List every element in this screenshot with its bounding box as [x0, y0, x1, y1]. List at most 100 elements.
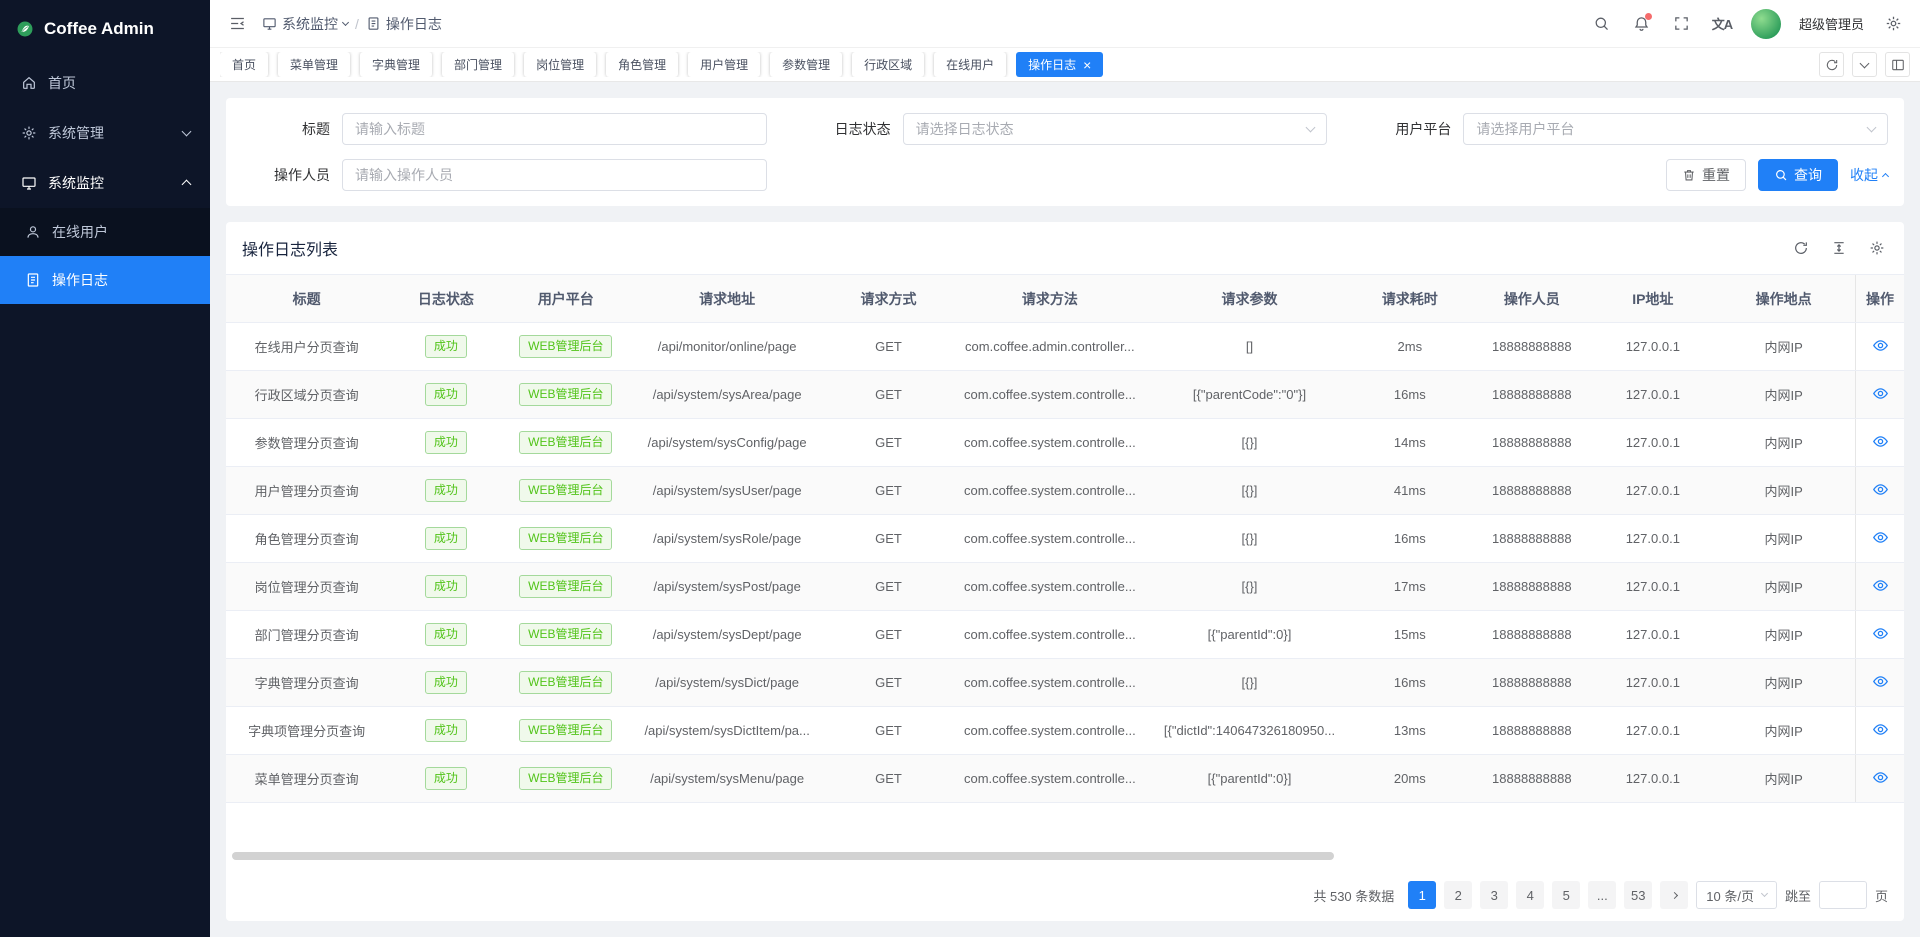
jump-page-input[interactable]	[1819, 881, 1867, 909]
refresh-icon[interactable]	[1819, 52, 1844, 77]
pagination-total: 共 530 条数据	[1313, 886, 1394, 905]
platform-badge: WEB管理后台	[504, 659, 627, 707]
pagination-more[interactable]: ...	[1588, 881, 1616, 909]
view-detail-eye-icon[interactable]	[1872, 337, 1889, 354]
cell-handler: com.coffee.system.controlle...	[950, 755, 1150, 803]
cell-title: 角色管理分页查询	[226, 515, 387, 563]
table-row: 在线用户分页查询成功WEB管理后台/api/monitor/online/pag…	[226, 323, 1904, 371]
view-detail-eye-icon[interactable]	[1872, 625, 1889, 642]
notification-bell-icon[interactable]	[1631, 13, 1653, 35]
platform-select[interactable]: 请选择用户平台	[1463, 113, 1888, 145]
settings-gear-icon[interactable]	[1882, 13, 1904, 35]
tab-2[interactable]: 菜单管理	[278, 52, 350, 77]
title-input-wrap	[342, 113, 767, 145]
view-detail-eye-icon[interactable]	[1872, 577, 1889, 594]
breadcrumb-item-system-monitor[interactable]: 系统监控	[262, 14, 348, 34]
pagination-page-2[interactable]: 2	[1444, 881, 1472, 909]
title-input[interactable]	[355, 121, 754, 137]
translate-icon[interactable]: 文A	[1711, 13, 1733, 35]
column-header: 操作	[1856, 275, 1905, 323]
log-status-label: 日志状态	[803, 119, 891, 139]
username[interactable]: 超级管理员	[1799, 14, 1864, 33]
pagination-page-4[interactable]: 4	[1516, 881, 1544, 909]
refresh-icon[interactable]	[1790, 237, 1812, 259]
tab-6[interactable]: 角色管理	[606, 52, 678, 77]
cell-request-method: GET	[827, 419, 950, 467]
table-body: 在线用户分页查询成功WEB管理后台/api/monitor/online/pag…	[226, 323, 1904, 803]
search-button-label: 查询	[1794, 165, 1822, 185]
cell-actions	[1856, 467, 1905, 515]
tab-close-icon[interactable]: ×	[1083, 58, 1091, 72]
tab-10[interactable]: 在线用户	[934, 52, 1006, 77]
sidebar-item-operation-log[interactable]: 操作日志	[0, 256, 210, 304]
sidebar-submenu: 在线用户 操作日志	[0, 208, 210, 304]
view-detail-eye-icon[interactable]	[1872, 529, 1889, 546]
status-badge: 成功	[425, 527, 467, 550]
cell-title: 字典项管理分页查询	[226, 707, 387, 755]
sidebar-collapse-icon[interactable]	[226, 13, 248, 35]
cell-params: [{"parentCode":"0"}]	[1150, 371, 1350, 419]
tab-8[interactable]: 参数管理	[770, 52, 842, 77]
search-icon[interactable]	[1591, 13, 1613, 35]
view-detail-eye-icon[interactable]	[1872, 673, 1889, 690]
tab-1[interactable]: 首页	[220, 52, 268, 77]
column-settings-gear-icon[interactable]	[1866, 237, 1888, 259]
cell-ip: 127.0.0.1	[1593, 419, 1712, 467]
chevron-down-icon	[1867, 123, 1877, 133]
status-badge: 成功	[387, 611, 504, 659]
view-detail-eye-icon[interactable]	[1872, 481, 1889, 498]
table-row: 参数管理分页查询成功WEB管理后台/api/system/sysConfig/p…	[226, 419, 1904, 467]
row-density-icon[interactable]	[1828, 237, 1850, 259]
reset-button[interactable]: 重置	[1666, 159, 1746, 191]
sidebar-item-system-monitor[interactable]: 系统监控	[0, 158, 210, 208]
cell-title: 字典管理分页查询	[226, 659, 387, 707]
cell-actions	[1856, 707, 1905, 755]
view-detail-eye-icon[interactable]	[1872, 433, 1889, 450]
sidebar-item-system-management[interactable]: 系统管理	[0, 108, 210, 158]
operator-input[interactable]	[355, 167, 754, 183]
tab-4[interactable]: 部门管理	[442, 52, 514, 77]
pagination-next-button[interactable]	[1660, 881, 1688, 909]
tab-9[interactable]: 行政区域	[852, 52, 924, 77]
cell-request-method: GET	[827, 323, 950, 371]
pagination-page-3[interactable]: 3	[1480, 881, 1508, 909]
view-detail-eye-icon[interactable]	[1872, 721, 1889, 738]
pagination-page-5[interactable]: 5	[1552, 881, 1580, 909]
cell-title: 在线用户分页查询	[226, 323, 387, 371]
log-status-select[interactable]: 请选择日志状态	[903, 113, 1328, 145]
platform-badge: WEB管理后台	[519, 623, 612, 646]
cell-request-url: /api/system/sysArea/page	[627, 371, 827, 419]
view-detail-eye-icon[interactable]	[1872, 769, 1889, 786]
breadcrumb: 系统监控 / 操作日志	[262, 14, 442, 34]
cell-location: 内网IP	[1712, 659, 1855, 707]
search-button[interactable]: 查询	[1758, 159, 1838, 191]
tab-3[interactable]: 字典管理	[360, 52, 432, 77]
sidebar-item-home[interactable]: 首页	[0, 58, 210, 108]
layout-panel-icon[interactable]	[1885, 52, 1910, 77]
gear-icon	[20, 124, 38, 142]
sidebar-item-online-users[interactable]: 在线用户	[0, 208, 210, 256]
cell-params: [{}]	[1150, 659, 1350, 707]
cell-title: 行政区域分页查询	[226, 371, 387, 419]
view-detail-eye-icon[interactable]	[1872, 385, 1889, 402]
cell-title: 参数管理分页查询	[226, 419, 387, 467]
tab-5[interactable]: 岗位管理	[524, 52, 596, 77]
column-header: 请求地址	[627, 275, 827, 323]
table-row: 字典项管理分页查询成功WEB管理后台/api/system/sysDictIte…	[226, 707, 1904, 755]
tab-menu-chevron-down-icon[interactable]	[1852, 52, 1877, 77]
pagination-page-1[interactable]: 1	[1408, 881, 1436, 909]
pagination-page-53[interactable]: 53	[1624, 881, 1652, 909]
tab-7[interactable]: 用户管理	[688, 52, 760, 77]
column-header: 请求方式	[827, 275, 950, 323]
collapse-link[interactable]: 收起	[1850, 165, 1888, 185]
platform-badge: WEB管理后台	[519, 335, 612, 358]
tab-11-active[interactable]: 操作日志×	[1016, 52, 1103, 77]
fullscreen-icon[interactable]	[1671, 13, 1693, 35]
user-icon	[24, 223, 42, 241]
horizontal-scrollbar-thumb[interactable]	[232, 852, 1334, 860]
page-size-select[interactable]: 10 条/页	[1696, 881, 1777, 909]
table-row: 岗位管理分页查询成功WEB管理后台/api/system/sysPost/pag…	[226, 563, 1904, 611]
notification-badge	[1645, 13, 1652, 20]
avatar[interactable]	[1751, 9, 1781, 39]
page-size-value: 10 条/页	[1706, 886, 1754, 905]
